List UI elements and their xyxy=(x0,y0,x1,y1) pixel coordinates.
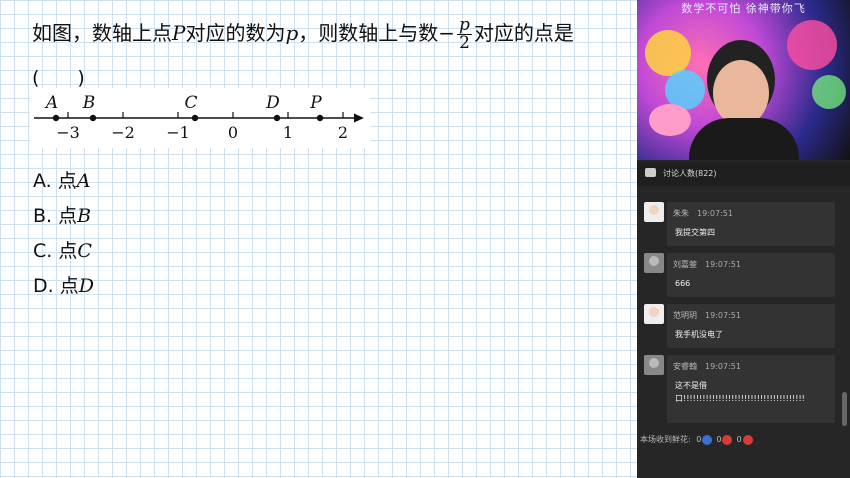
user-name[interactable]: 刘嘉蓥 xyxy=(673,260,697,269)
decor-bubble xyxy=(812,75,846,109)
tick-label: 0 xyxy=(228,123,238,142)
minus-sign: − xyxy=(438,21,456,45)
fraction-denominator: 2 xyxy=(459,33,470,53)
message-text: 这不是借口!!!!!!!!!!!!!!!!!!!!!!!!!!!!!!!!!!!… xyxy=(675,381,805,403)
chat-message: 安睿翰 19:07:51 这不是借口!!!!!!!!!!!!!!!!!!!!!!!!… xyxy=(667,355,835,423)
option-point: B xyxy=(77,205,92,227)
question-part: 对应的点是 xyxy=(473,21,574,45)
user-name[interactable]: 安睿翰 xyxy=(673,362,697,371)
tick-label: −2 xyxy=(111,123,135,142)
message-text: 666 xyxy=(675,279,691,288)
question-part: 对应的数为 xyxy=(185,21,286,45)
tick-label: 1 xyxy=(283,123,293,142)
message-time: 19:07:51 xyxy=(705,362,741,371)
message-header: 范明玥 19:07:51 xyxy=(673,310,741,321)
point-marker xyxy=(52,114,60,122)
answer-option[interactable]: D. 点D xyxy=(33,271,94,298)
point-marker xyxy=(273,114,281,122)
math-variable: p xyxy=(285,21,299,45)
flower-icon[interactable] xyxy=(742,434,753,445)
flower-count: 0 xyxy=(696,435,702,444)
chat-icon xyxy=(645,168,656,177)
chat-message: 范明玥 19:07:51 我手机没电了 xyxy=(667,304,835,348)
video-title: 数学不可怕 徐神带你飞 xyxy=(681,2,806,15)
flower-icon[interactable] xyxy=(722,434,733,445)
avatar-face-icon xyxy=(649,358,659,368)
option-label: B. 点 xyxy=(33,205,78,227)
option-label: A. 点 xyxy=(33,170,77,192)
teacher-face xyxy=(713,60,769,126)
answer-blank: ( ) xyxy=(32,67,85,89)
option-label: D. 点 xyxy=(33,275,79,297)
whiteboard: 如图，数轴上点P对应的数为p，则数轴上与数− p 2 对应的点是 ( ) −3 −2 −1… xyxy=(0,0,637,478)
flower-footer: 本场收到鲜花: 0 0 0 xyxy=(640,434,754,445)
answer-option[interactable]: C. 点C xyxy=(33,236,92,263)
tick-label: 2 xyxy=(338,123,348,142)
message-time: 19:07:51 xyxy=(705,311,741,320)
message-text: 我手机没电了 xyxy=(675,330,723,339)
discussion-header: 讨论人数(822) xyxy=(637,162,850,186)
question-part: ，则数轴上与数 xyxy=(298,21,439,45)
avatar-face-icon xyxy=(649,307,659,317)
user-avatar[interactable] xyxy=(644,304,664,324)
answer-option[interactable]: B. 点B xyxy=(33,201,91,228)
teacher-video[interactable]: 数学不可怕 徐神带你飞 xyxy=(637,0,850,160)
point-label: A xyxy=(44,93,58,113)
point-marker xyxy=(191,114,199,122)
flower-icon[interactable] xyxy=(702,434,713,445)
side-panel: 数学不可怕 徐神带你飞 讨论人数(822) 朱朱 19:07:51 我提交第四刘嘉蓥… xyxy=(637,0,850,478)
option-point: A xyxy=(76,170,91,192)
flower-label: 本场收到鲜花: xyxy=(640,435,691,444)
user-name[interactable]: 范明玥 xyxy=(673,311,697,320)
pig-mascot-icon xyxy=(649,104,691,136)
tick-label: −3 xyxy=(56,123,80,142)
point-label: B xyxy=(82,93,96,113)
option-label: C. 点 xyxy=(33,240,78,262)
fraction: p2 xyxy=(457,17,472,52)
avatar-face-icon xyxy=(649,256,659,266)
message-header: 刘嘉蓥 19:07:51 xyxy=(673,259,741,270)
point-marker xyxy=(316,114,324,122)
number-line: −3 −2 −1 0 1 2 A B C D P xyxy=(30,88,370,148)
tick-label: −1 xyxy=(166,123,190,142)
decor-bubble xyxy=(787,20,837,70)
flower-count: 0 xyxy=(736,435,742,444)
point-label: C xyxy=(184,93,197,113)
avatar-face-icon xyxy=(649,205,659,215)
chat-message: 朱朱 19:07:51 我提交第四 xyxy=(667,202,835,246)
user-avatar[interactable] xyxy=(644,202,664,222)
user-avatar[interactable] xyxy=(644,355,664,375)
teacher-shirt xyxy=(689,118,799,160)
question-text: 如图，数轴上点P对应的数为p，则数轴上与数− p 2 对应的点是 xyxy=(32,17,574,52)
message-time: 19:07:51 xyxy=(705,260,741,269)
answer-option[interactable]: A. 点A xyxy=(33,166,90,193)
option-point: C xyxy=(77,240,92,262)
chat-message: 刘嘉蓥 19:07:51 666 xyxy=(667,253,835,297)
user-avatar[interactable] xyxy=(644,253,664,273)
message-header: 朱朱 19:07:51 xyxy=(673,208,733,219)
discussion-count: 讨论人数(822) xyxy=(663,169,717,178)
math-variable: P xyxy=(172,21,186,45)
point-label: P xyxy=(309,93,322,113)
question-part: 如图，数轴上点 xyxy=(32,21,172,45)
point-marker xyxy=(89,114,97,122)
point-label: D xyxy=(265,93,280,113)
message-text: 我提交第四 xyxy=(675,228,715,237)
message-header: 安睿翰 19:07:51 xyxy=(673,361,741,372)
option-point: D xyxy=(78,275,94,297)
message-time: 19:07:51 xyxy=(697,209,733,218)
flower-count: 0 xyxy=(716,435,722,444)
chat-scrollbar[interactable] xyxy=(842,392,847,426)
user-name[interactable]: 朱朱 xyxy=(673,209,689,218)
